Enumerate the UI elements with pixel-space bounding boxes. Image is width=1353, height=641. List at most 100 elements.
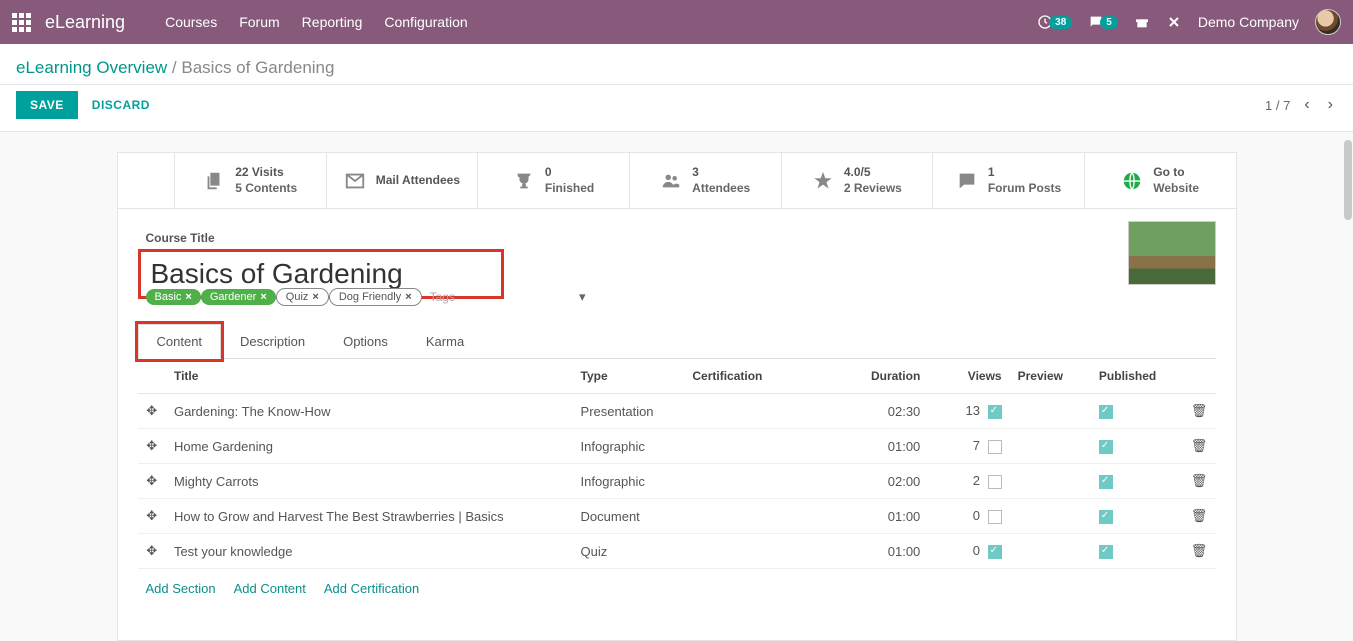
tab-content[interactable]: Content	[138, 324, 222, 359]
breadcrumb-root[interactable]: eLearning Overview	[16, 58, 167, 77]
delete-row-icon[interactable]: 🗑	[1182, 429, 1215, 464]
tags-dropdown-icon[interactable]: ▾	[579, 289, 586, 305]
cell-type: Document	[573, 499, 685, 534]
tag-remove-icon[interactable]: ×	[260, 291, 266, 303]
tag-remove-icon[interactable]: ×	[312, 291, 318, 303]
comment-icon	[956, 170, 978, 192]
preview-checkbox[interactable]	[988, 440, 1002, 454]
preview-checkbox[interactable]	[988, 545, 1002, 559]
col-title[interactable]: Title	[166, 359, 573, 394]
add-certification-link[interactable]: Add Certification	[324, 581, 419, 596]
activity-icon[interactable]: 38	[1037, 14, 1072, 30]
table-row[interactable]: ✥Mighty CarrotsInfographic02:002 🗑	[138, 464, 1216, 499]
discard-button[interactable]: DISCARD	[92, 98, 150, 112]
cell-views: 13	[928, 394, 1009, 429]
tags-row[interactable]: Basic ×Gardener ×Quiz ×Dog Friendly × Ta…	[146, 288, 1216, 306]
users-icon	[660, 170, 682, 192]
tag-basic[interactable]: Basic ×	[146, 289, 201, 305]
settings-cross-icon[interactable]	[1166, 14, 1182, 30]
add-content-link[interactable]: Add Content	[234, 581, 306, 596]
tag-remove-icon[interactable]: ×	[185, 291, 191, 303]
nav-courses[interactable]: Courses	[165, 14, 217, 30]
cell-title: Mighty Carrots	[166, 464, 573, 499]
published-checkbox[interactable]	[1099, 475, 1113, 489]
col-type[interactable]: Type	[573, 359, 685, 394]
messaging-badge: 5	[1100, 16, 1118, 29]
tab-karma[interactable]: Karma	[407, 324, 483, 358]
drag-handle-icon[interactable]: ✥	[138, 394, 166, 429]
col-cert[interactable]: Certification	[684, 359, 826, 394]
col-duration[interactable]: Duration	[827, 359, 929, 394]
user-avatar[interactable]	[1315, 9, 1341, 35]
breadcrumb-sep: /	[167, 58, 181, 77]
content-wrap: 22 Visits5 Contents Mail Attendees 0Fini…	[0, 132, 1353, 641]
drag-handle-icon[interactable]: ✥	[138, 464, 166, 499]
delete-row-icon[interactable]: 🗑	[1182, 394, 1215, 429]
drag-handle-icon[interactable]: ✥	[138, 429, 166, 464]
tag-quiz[interactable]: Quiz ×	[276, 288, 329, 306]
col-published[interactable]: Published	[1091, 359, 1182, 394]
content-table: Title Type Certification Duration Views …	[138, 359, 1216, 569]
table-row[interactable]: ✥Gardening: The Know-HowPresentation02:3…	[138, 394, 1216, 429]
stat-visits[interactable]: 22 Visits5 Contents	[174, 153, 326, 208]
stat-mail[interactable]: Mail Attendees	[326, 153, 478, 208]
cell-type: Infographic	[573, 429, 685, 464]
pager-prev-icon[interactable]: ‹	[1300, 92, 1313, 118]
cell-cert	[684, 429, 826, 464]
tag-gardener[interactable]: Gardener ×	[201, 289, 276, 305]
preview-checkbox[interactable]	[988, 475, 1002, 489]
stat-reviews[interactable]: 4.0/52 Reviews	[781, 153, 933, 208]
cell-published	[1091, 394, 1182, 429]
apps-icon[interactable]	[12, 13, 31, 32]
gift-icon[interactable]	[1134, 14, 1150, 30]
cell-title: How to Grow and Harvest The Best Strawbe…	[166, 499, 573, 534]
save-button[interactable]: SAVE	[16, 91, 78, 119]
published-checkbox[interactable]	[1099, 510, 1113, 524]
delete-row-icon[interactable]: 🗑	[1182, 534, 1215, 569]
stat-forum[interactable]: 1Forum Posts	[932, 153, 1084, 208]
table-row[interactable]: ✥How to Grow and Harvest The Best Strawb…	[138, 499, 1216, 534]
action-row: SAVE DISCARD 1 / 7 ‹ ›	[0, 85, 1353, 132]
drag-handle-icon[interactable]: ✥	[138, 534, 166, 569]
form-body: Course Title Basic ×Gardener ×Quiz ×Dog …	[118, 209, 1236, 640]
preview-checkbox[interactable]	[988, 405, 1002, 419]
cell-duration: 01:00	[827, 534, 929, 569]
drag-handle-icon[interactable]: ✥	[138, 499, 166, 534]
table-row[interactable]: ✥Test your knowledgeQuiz01:000 🗑	[138, 534, 1216, 569]
nav-configuration[interactable]: Configuration	[384, 14, 467, 30]
stat-attendees[interactable]: 3Attendees	[629, 153, 781, 208]
published-checkbox[interactable]	[1099, 440, 1113, 454]
col-views[interactable]: Views	[928, 359, 1009, 394]
tag-remove-icon[interactable]: ×	[405, 291, 411, 303]
delete-row-icon[interactable]: 🗑	[1182, 499, 1215, 534]
brand[interactable]: eLearning	[45, 12, 125, 33]
delete-row-icon[interactable]: 🗑	[1182, 464, 1215, 499]
scrollbar-thumb[interactable]	[1344, 140, 1352, 220]
tag-dog-friendly[interactable]: Dog Friendly ×	[329, 288, 422, 306]
tab-description[interactable]: Description	[221, 324, 324, 358]
cell-cert	[684, 534, 826, 569]
cell-preview	[1010, 394, 1091, 429]
nav-reporting[interactable]: Reporting	[302, 14, 363, 30]
col-preview[interactable]: Preview	[1010, 359, 1091, 394]
company-name[interactable]: Demo Company	[1198, 14, 1299, 30]
tab-options[interactable]: Options	[324, 324, 407, 358]
course-thumbnail[interactable]	[1128, 221, 1216, 285]
published-checkbox[interactable]	[1099, 545, 1113, 559]
stat-finished[interactable]: 0Finished	[477, 153, 629, 208]
table-row[interactable]: ✥Home GardeningInfographic01:007 🗑	[138, 429, 1216, 464]
form-card: 22 Visits5 Contents Mail Attendees 0Fini…	[117, 152, 1237, 641]
nav-forum[interactable]: Forum	[239, 14, 279, 30]
messaging-icon[interactable]: 5	[1088, 14, 1118, 30]
course-title-input[interactable]	[151, 258, 491, 290]
envelope-icon	[344, 170, 366, 192]
stat-go-website[interactable]: Go toWebsite	[1084, 153, 1236, 208]
add-links: Add Section Add Content Add Certificatio…	[138, 569, 1216, 620]
cell-preview	[1010, 429, 1091, 464]
preview-checkbox[interactable]	[988, 510, 1002, 524]
published-checkbox[interactable]	[1099, 405, 1113, 419]
cell-published	[1091, 534, 1182, 569]
add-section-link[interactable]: Add Section	[146, 581, 216, 596]
cell-title: Home Gardening	[166, 429, 573, 464]
pager-next-icon[interactable]: ›	[1324, 92, 1337, 118]
